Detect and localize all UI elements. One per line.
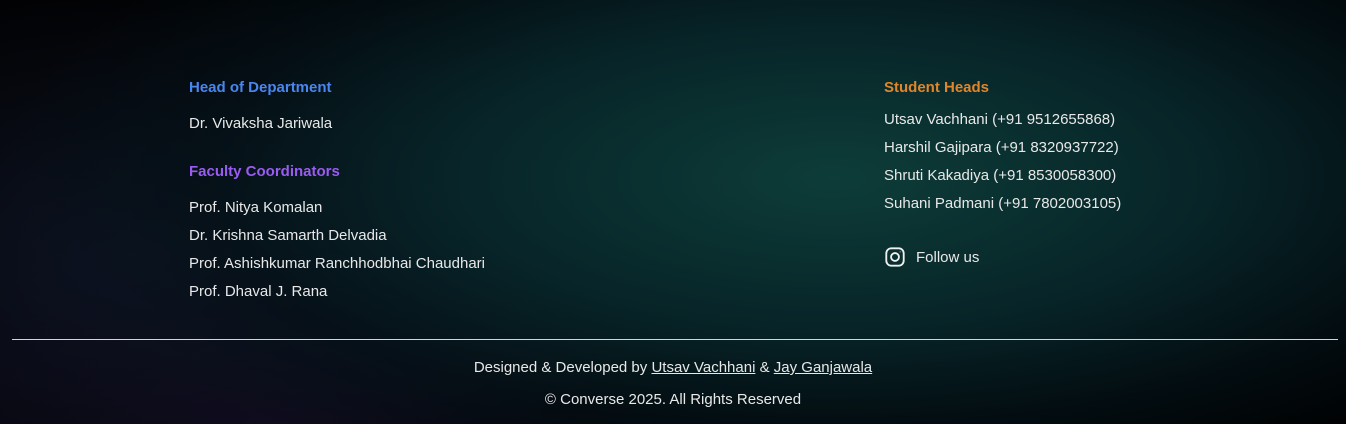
follow-us-label: Follow us <box>916 248 980 266</box>
footer-right-column: Student Heads Utsav Vachhani (+91 951265… <box>884 78 1244 267</box>
faculty-section: Faculty Coordinators Prof. Nitya Komalan… <box>189 162 609 306</box>
developer-link-utsav[interactable]: Utsav Vachhani <box>651 359 755 376</box>
credits-line: Designed & Developed by Utsav Vachhani &… <box>0 357 1346 379</box>
faculty-name: Dr. Krishna Samarth Delvadia <box>189 227 387 244</box>
faculty-list: Prof. Nitya Komalan Dr. Krishna Samarth … <box>189 194 609 306</box>
follow-us-link[interactable]: Follow us <box>884 246 979 268</box>
footer-left-column: Head of Department Dr. Vivaksha Jariwala… <box>189 78 609 306</box>
copyright-text: © Converse 2025. All Rights Reserved <box>544 391 802 408</box>
student-head-contact: Harshil Gajipara (+91 8320937722) <box>884 139 1119 156</box>
hod-section: Head of Department Dr. Vivaksha Jariwala <box>189 78 609 138</box>
faculty-name: Prof. Ashishkumar Ranchhodbhai Chaudhari <box>189 255 486 272</box>
student-head-contact: Shruti Kakadiya (+91 8530058300) <box>884 167 1117 184</box>
student-heads-heading: Student Heads <box>884 79 990 96</box>
hod-list: Dr. Vivaksha Jariwala <box>189 110 609 138</box>
designed-by-text: Designed & Developed by <box>473 359 648 376</box>
developer-link-jay[interactable]: Jay Ganjawala <box>774 359 872 376</box>
faculty-name: Prof. Nitya Komalan <box>189 199 323 216</box>
student-heads-list: Utsav Vachhani (+91 9512655868) Harshil … <box>884 106 1244 218</box>
instagram-icon <box>884 246 906 268</box>
faculty-heading: Faculty Coordinators <box>189 163 340 180</box>
ampersand: & <box>759 359 770 376</box>
faculty-name: Prof. Dhaval J. Rana <box>189 283 328 300</box>
hod-heading: Head of Department <box>189 79 332 96</box>
student-head-contact: Utsav Vachhani (+91 9512655868) <box>884 111 1116 128</box>
student-head-contact: Suhani Padmani (+91 7802003105) <box>884 195 1122 212</box>
footer-divider <box>12 339 1338 340</box>
hod-name: Dr. Vivaksha Jariwala <box>189 115 333 132</box>
site-footer: Head of Department Dr. Vivaksha Jariwala… <box>0 0 1346 424</box>
